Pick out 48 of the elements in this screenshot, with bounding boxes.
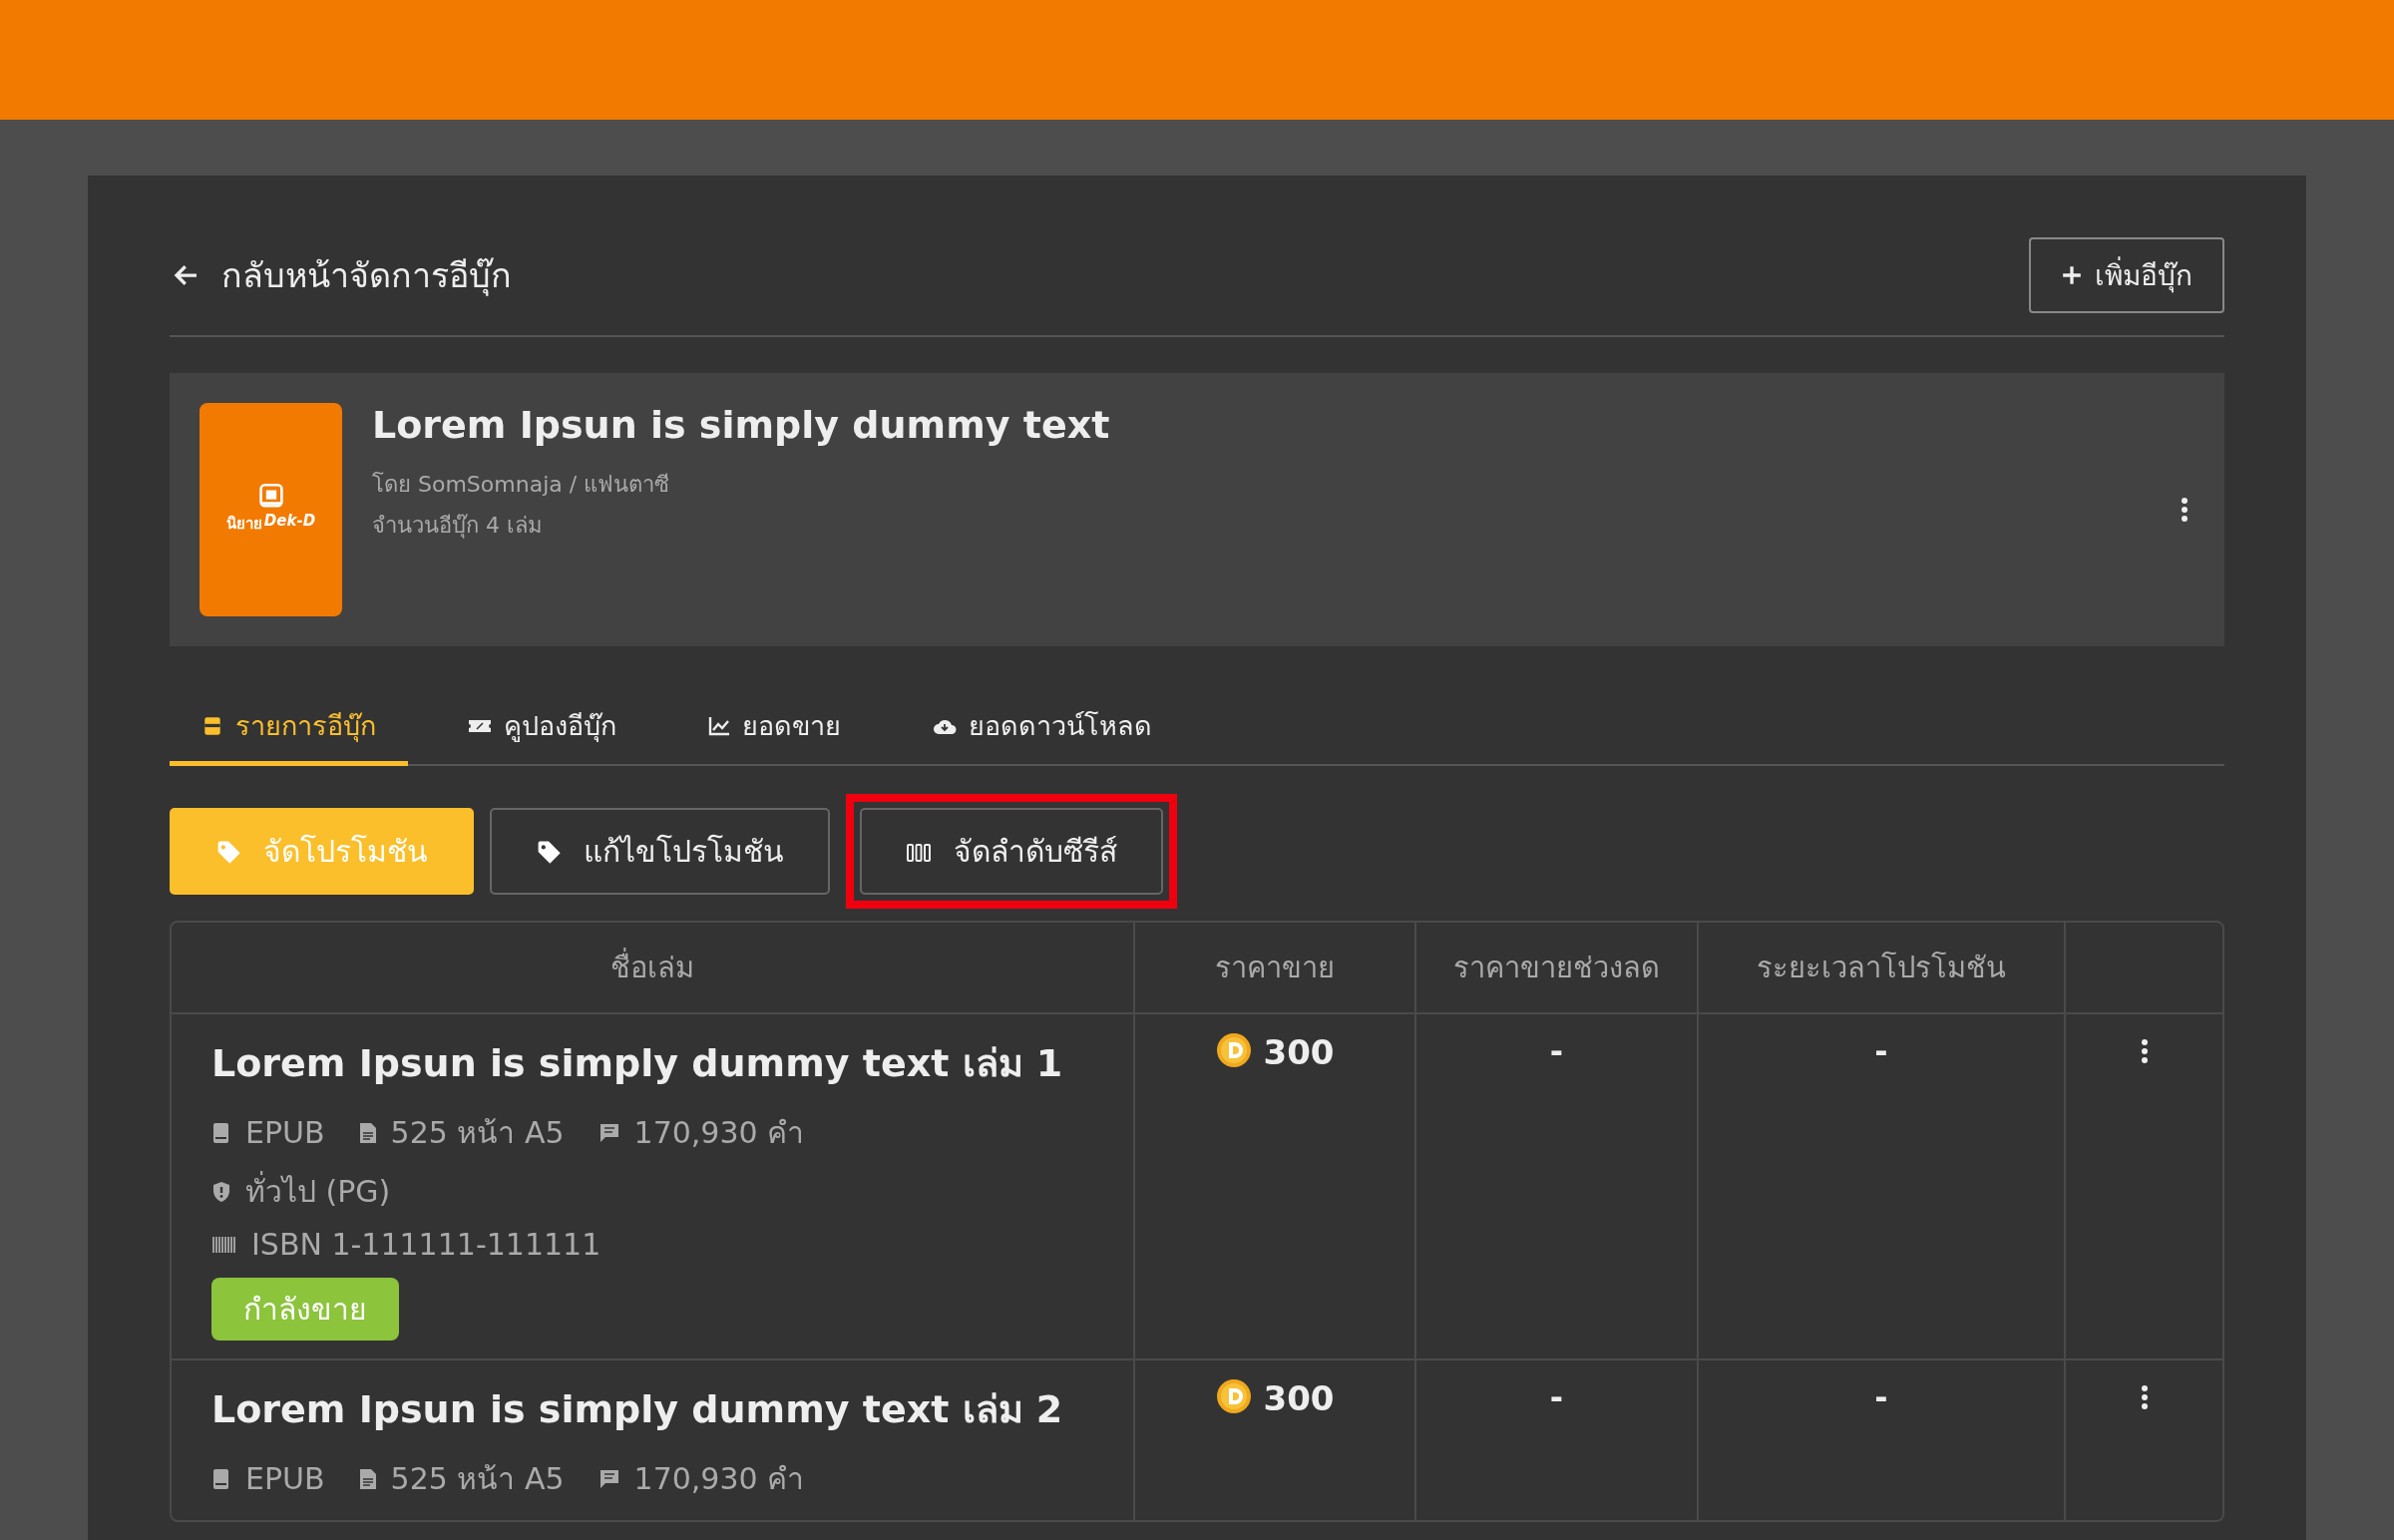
promo-period-text: -: [1874, 1378, 1888, 1416]
book-icon: [211, 1121, 231, 1144]
tab[interactable]: คูปองอีบุ๊ก: [436, 692, 648, 766]
back-link[interactable]: กลับหน้าจัดการอีบุ๊ก: [170, 248, 512, 302]
comment-icon: [598, 1467, 620, 1490]
barcode-icon: [211, 1234, 237, 1255]
action-button[interactable]: แก้ไขโปรโมชัน: [490, 808, 830, 895]
sale-price-text: -: [1549, 1032, 1564, 1070]
shield-icon: [211, 1180, 231, 1203]
logo-brand: Dek-D: [263, 512, 316, 532]
promo-period-text: -: [1874, 1032, 1888, 1070]
words-text: 170,930 คำ: [633, 1460, 805, 1498]
rating-text: ทั่วไป (PG): [245, 1168, 391, 1215]
ebook-title: Lorem Ipsun is simply dummy text เล่ม 1: [211, 1040, 1064, 1087]
logo-icon: [257, 484, 284, 510]
tab[interactable]: ยอดขาย: [676, 692, 873, 766]
document-icon: [358, 1467, 377, 1490]
add-ebook-button[interactable]: เพิ่มอีบุ๊ก: [2029, 237, 2224, 313]
ebook-title: Lorem Ipsun is simply dummy text เล่ม 2: [211, 1386, 1064, 1433]
chart-icon: [708, 715, 730, 736]
column-header: ชื่อเล่ม: [172, 923, 1133, 1012]
plus-icon: [2061, 264, 2083, 286]
column-header: ราคาขายช่วงลด: [1414, 923, 1697, 1012]
coin-icon: [1215, 1378, 1252, 1414]
coin-icon: [1215, 1032, 1252, 1068]
comment-icon: [598, 1121, 620, 1144]
tab[interactable]: ยอดดาวน์โหลด: [901, 692, 1184, 766]
isbn-text: ISBN 1-111111-111111: [251, 1227, 601, 1262]
price-text: 300: [1263, 1032, 1335, 1072]
pages-text: 525 หน้า A5: [390, 1114, 565, 1152]
logo-text: นิยาย: [225, 514, 262, 535]
document-icon: [358, 1121, 377, 1144]
column-header: ระยะเวลาโปรโมชัน: [1697, 923, 2064, 1012]
format-text: EPUB: [245, 1461, 325, 1496]
book-icon: [211, 1467, 231, 1490]
column-header: ราคาขาย: [1133, 923, 1414, 1012]
price-text: 300: [1263, 1378, 1335, 1418]
book-byline: โดย SomSomnaja / แฟนตาซี: [372, 471, 671, 499]
words-text: 170,930 คำ: [633, 1114, 805, 1152]
tab[interactable]: รายการอีบุ๊ก: [170, 692, 408, 766]
status-badge: กำลังขาย: [211, 1278, 399, 1341]
book-title: Lorem Ipsun is simply dummy text: [372, 403, 1111, 447]
action-button[interactable]: จัดลำดับซีรีส์: [860, 808, 1163, 895]
book-icon: [201, 714, 223, 737]
format-text: EPUB: [245, 1115, 325, 1150]
sale-price-text: -: [1549, 1378, 1564, 1416]
book-count: จำนวนอีบุ๊ก 4 เล่ม: [372, 512, 544, 541]
pages-text: 525 หน้า A5: [390, 1460, 565, 1498]
